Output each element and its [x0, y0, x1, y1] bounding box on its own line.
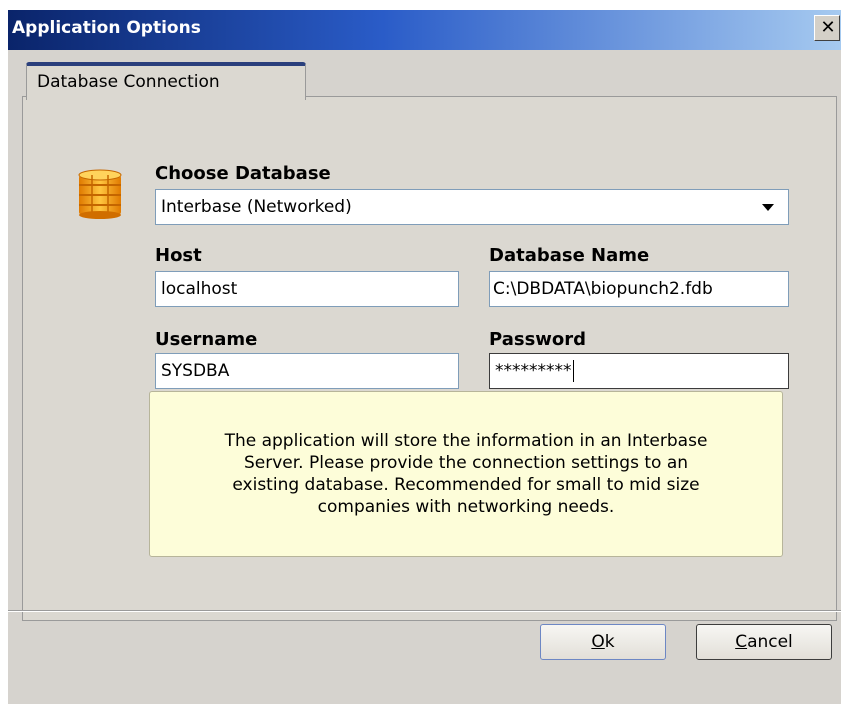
cancel-label-rest: ancel — [747, 632, 793, 652]
title-bar[interactable]: Application Options — [8, 10, 841, 50]
ok-button[interactable]: Ok — [540, 624, 666, 660]
info-line-2: Server. Please provide the connection se… — [243, 453, 689, 473]
host-label: Host — [155, 245, 202, 266]
tab-label: Database Connection — [37, 72, 220, 92]
info-text: The application will store the informati… — [225, 430, 708, 518]
close-icon: ✕ — [820, 17, 836, 38]
application-options-window: Application Options ✕ Database Connectio… — [0, 0, 841, 704]
password-label: Password — [489, 329, 587, 350]
window-title: Application Options — [12, 18, 201, 38]
database-name-input[interactable]: C:\DBDATA\biopunch2.fdb — [489, 271, 789, 307]
tab-panel-database-connection: Choose Database Interbase (Networked) Ho… — [22, 96, 837, 621]
ok-label-rest: k — [604, 632, 615, 652]
database-name-label: Database Name — [489, 245, 650, 266]
choose-database-label: Choose Database — [155, 163, 331, 184]
close-button[interactable]: ✕ — [814, 15, 840, 41]
password-input[interactable]: ********* — [489, 353, 789, 389]
chevron-down-icon[interactable] — [762, 204, 774, 211]
cancel-button[interactable]: Cancel — [696, 624, 832, 660]
host-value: localhost — [161, 279, 238, 299]
password-value: ********* — [495, 361, 572, 381]
info-line-1: The application will store the informati… — [224, 431, 708, 451]
ok-mnemonic: O — [591, 632, 605, 652]
dialog-body: Database Connection Choose Database Inte… — [8, 50, 841, 704]
cancel-mnemonic: C — [735, 632, 748, 652]
database-name-value: C:\DBDATA\biopunch2.fdb — [493, 279, 713, 299]
database-select[interactable]: Interbase (Networked) — [155, 189, 789, 225]
username-input[interactable]: SYSDBA — [155, 353, 459, 389]
database-icon — [78, 169, 122, 219]
tab-database-connection[interactable]: Database Connection — [26, 62, 306, 100]
database-select-value: Interbase (Networked) — [161, 197, 352, 217]
text-cursor — [572, 360, 574, 382]
info-box: The application will store the informati… — [149, 391, 783, 557]
footer-divider — [8, 610, 841, 612]
username-value: SYSDBA — [161, 361, 230, 381]
info-line-4: companies with networking needs. — [317, 497, 615, 517]
username-label: Username — [155, 329, 258, 350]
host-input[interactable]: localhost — [155, 271, 459, 307]
info-line-3: existing database. Recommended for small… — [232, 475, 700, 495]
